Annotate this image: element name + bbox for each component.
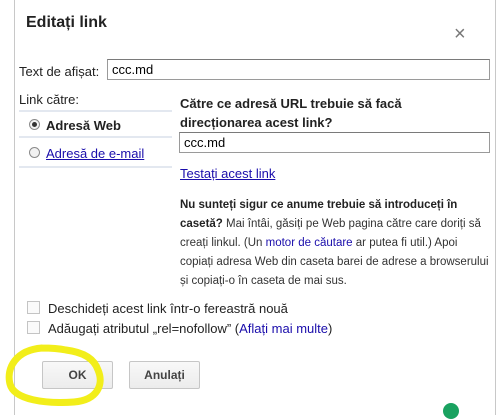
test-link[interactable]: Testați acest link <box>180 166 275 181</box>
url-input[interactable] <box>179 132 490 153</box>
corner-badge-icon <box>443 403 459 419</box>
url-question: Către ce adresă URL trebuie să facă dire… <box>180 96 402 130</box>
help-text: Nu sunteți sigur ce anume trebuie să int… <box>180 196 490 291</box>
link-to-label: Link către: <box>19 92 79 107</box>
search-engine-link[interactable]: motor de căutare <box>266 237 353 249</box>
web-address-label[interactable]: Adresă Web <box>46 118 121 133</box>
nofollow-label[interactable]: Adăugați atributul „rel=nofollow” (Aflaț… <box>48 321 332 336</box>
close-icon[interactable]: × <box>454 24 466 44</box>
edit-link-dialog: Editați link × Text de afișat: Link cătr… <box>14 0 496 415</box>
nofollow-prefix: Adăugați atributul „rel=nofollow” ( <box>48 321 240 336</box>
nofollow-suffix: ) <box>328 321 333 336</box>
email-address-radio[interactable] <box>29 147 40 158</box>
display-text-label: Text de afișat: <box>19 64 100 79</box>
ok-button[interactable]: OK <box>42 361 113 389</box>
cancel-button[interactable]: Anulați <box>129 361 200 389</box>
web-address-radio[interactable] <box>29 119 40 130</box>
email-address-label[interactable]: Adresă de e-mail <box>46 146 144 161</box>
dialog-title: Editați link <box>26 14 107 31</box>
option-web-address[interactable]: Adresă Web <box>19 110 172 138</box>
new-window-checkbox[interactable] <box>27 301 40 314</box>
nofollow-checkbox[interactable] <box>27 321 40 334</box>
display-text-input[interactable] <box>107 59 490 80</box>
link-type-options: Adresă Web Adresă de e-mail <box>19 110 172 170</box>
new-window-label[interactable]: Deschideți acest link într-o fereastră n… <box>48 301 288 316</box>
option-email-address[interactable]: Adresă de e-mail <box>19 140 172 168</box>
learn-more-link[interactable]: Aflați mai multe <box>239 321 328 336</box>
